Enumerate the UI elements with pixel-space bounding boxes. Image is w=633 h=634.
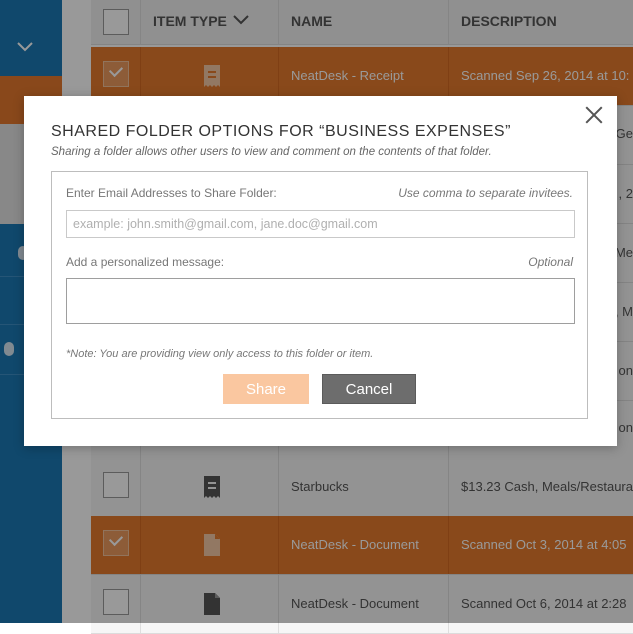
dialog-subtitle: Sharing a folder allows other users to v… (51, 146, 492, 158)
email-field-hint: Use comma to separate invitees. (398, 186, 573, 200)
message-field-label: Add a personalized message: (66, 255, 225, 269)
view-only-note: *Note: You are providing view only acces… (66, 348, 374, 360)
share-button[interactable]: Share (223, 374, 309, 404)
cancel-button[interactable]: Cancel (322, 374, 416, 404)
dialog-title: SHARED FOLDER OPTIONS FOR “BUSINESS EXPE… (51, 123, 511, 140)
close-icon[interactable] (583, 104, 605, 126)
email-addresses-input[interactable] (66, 210, 575, 238)
share-form-panel: Enter Email Addresses to Share Folder: U… (51, 171, 588, 419)
personalized-message-input[interactable] (66, 278, 575, 324)
email-field-label: Enter Email Addresses to Share Folder: (66, 186, 277, 200)
share-folder-dialog: SHARED FOLDER OPTIONS FOR “BUSINESS EXPE… (24, 96, 617, 446)
message-field-hint: Optional (528, 255, 573, 269)
